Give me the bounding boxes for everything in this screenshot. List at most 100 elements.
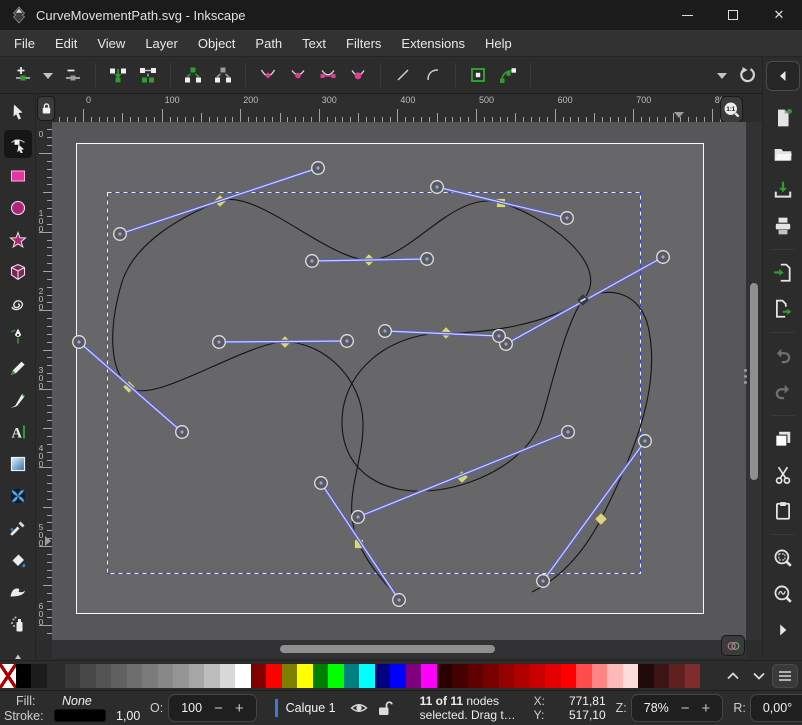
color-swatch[interactable] [344, 664, 360, 688]
control-handle[interactable] [312, 162, 325, 175]
color-swatch[interactable] [297, 664, 313, 688]
color-swatch[interactable] [65, 664, 81, 688]
node-auto-button[interactable] [343, 60, 373, 90]
control-handle[interactable] [562, 426, 575, 439]
zoom-increase-button[interactable]: + [696, 700, 717, 717]
color-swatch[interactable] [638, 664, 654, 688]
new-document-button[interactable] [770, 105, 796, 131]
color-swatch[interactable] [452, 664, 468, 688]
color-swatch[interactable] [530, 664, 546, 688]
menu-path[interactable]: Path [245, 30, 292, 57]
close-button[interactable]: ✕ [756, 0, 802, 30]
insert-node-button[interactable] [8, 60, 38, 90]
control-handle[interactable] [176, 426, 189, 439]
export-document-button[interactable] [770, 296, 796, 322]
join-nodes-button[interactable] [103, 60, 133, 90]
undo-button[interactable] [770, 343, 796, 369]
rotation-spinbox[interactable]: 0,00° − + [750, 694, 802, 722]
box3d-tool-button[interactable] [4, 258, 32, 286]
redo-button[interactable] [770, 379, 796, 405]
ellipse-tool-button[interactable] [4, 194, 32, 222]
star-tool-button[interactable] [4, 226, 32, 254]
selector-tool-button[interactable] [4, 98, 32, 126]
canvas[interactable] [52, 122, 746, 640]
stroke-to-path-button[interactable] [493, 60, 523, 90]
control-handle[interactable] [431, 181, 444, 194]
palette-scroll-down-button[interactable] [746, 663, 772, 689]
color-swatch[interactable] [235, 664, 251, 688]
color-swatch[interactable] [158, 664, 174, 688]
paint-bucket-tool-button[interactable] [4, 546, 32, 574]
object-to-path-button[interactable] [463, 60, 493, 90]
color-swatch[interactable] [623, 664, 639, 688]
color-swatch[interactable] [545, 664, 561, 688]
horizontal-scrollbar-thumb[interactable] [280, 645, 495, 653]
color-swatch[interactable] [220, 664, 236, 688]
color-management-toggle[interactable] [721, 635, 745, 656]
color-swatch[interactable] [468, 664, 484, 688]
node-smooth-button[interactable] [283, 60, 313, 90]
menu-file[interactable]: File [4, 30, 45, 57]
maximize-button[interactable] [710, 0, 756, 30]
delete-segment-button[interactable] [208, 60, 238, 90]
layer-name[interactable]: Calque 1 [286, 701, 336, 715]
node-tool-button[interactable] [4, 130, 32, 158]
control-handle[interactable] [73, 336, 86, 349]
color-swatch[interactable] [142, 664, 158, 688]
color-swatch[interactable] [390, 664, 406, 688]
menu-filters[interactable]: Filters [336, 30, 391, 57]
vertical-scrollbar-thumb[interactable] [750, 283, 758, 480]
color-swatch[interactable] [514, 664, 530, 688]
cut-button[interactable] [770, 462, 796, 488]
color-swatch[interactable] [111, 664, 127, 688]
delete-node-button[interactable] [58, 60, 88, 90]
zoom-1to1-button[interactable]: 1:1 [720, 96, 743, 123]
mesh-tool-button[interactable] [4, 482, 32, 510]
color-swatch[interactable] [251, 664, 267, 688]
control-handle[interactable] [114, 228, 127, 241]
node-handle-line[interactable] [312, 259, 427, 261]
color-swatch[interactable] [499, 664, 515, 688]
segment-curve-button[interactable] [418, 60, 448, 90]
duplicate-button[interactable] [770, 426, 796, 452]
color-swatch[interactable] [359, 664, 375, 688]
insert-node-options-button[interactable] [38, 60, 58, 90]
color-swatch[interactable] [80, 664, 96, 688]
opacity-increase-button[interactable]: + [229, 700, 250, 717]
zoom-drawing-button[interactable] [770, 581, 796, 607]
control-handle[interactable] [493, 330, 506, 343]
color-swatch[interactable] [607, 664, 623, 688]
gradient-tool-button[interactable] [4, 450, 32, 478]
control-handle[interactable] [421, 253, 434, 266]
pencil-tool-button[interactable] [4, 354, 32, 382]
vertical-scrollbar[interactable] [746, 122, 762, 640]
control-handle[interactable] [537, 575, 550, 588]
tweak-tool-button[interactable] [4, 578, 32, 606]
collapse-snap-bar-button[interactable] [766, 61, 800, 91]
color-swatch[interactable] [654, 664, 670, 688]
stroke-color-swatch[interactable] [54, 709, 106, 722]
color-swatch[interactable] [282, 664, 298, 688]
menu-view[interactable]: View [87, 30, 135, 57]
opacity-spinbox[interactable]: 100 − + [168, 694, 256, 722]
color-swatch[interactable] [592, 664, 608, 688]
join-nodes-with-segment-button[interactable] [133, 60, 163, 90]
horizontal-scrollbar[interactable] [52, 640, 746, 658]
control-handle[interactable] [561, 212, 574, 225]
layer-lock-icon[interactable] [372, 695, 398, 721]
color-swatch[interactable] [437, 664, 453, 688]
color-swatch[interactable] [127, 664, 143, 688]
calligraphy-tool-button[interactable] [4, 386, 32, 414]
control-handle[interactable] [639, 435, 652, 448]
coords-options-button[interactable] [712, 60, 732, 90]
color-swatch[interactable] [669, 664, 685, 688]
swatch-none[interactable] [0, 664, 16, 688]
control-handle[interactable] [657, 251, 670, 264]
menu-edit[interactable]: Edit [45, 30, 87, 57]
zoom-decrease-button[interactable]: − [675, 700, 696, 717]
snap-toggle-button[interactable] [732, 60, 762, 90]
pen-tool-button[interactable] [4, 322, 32, 350]
palette-menu-button[interactable] [772, 664, 798, 688]
color-swatch[interactable] [375, 664, 391, 688]
paste-button[interactable] [770, 498, 796, 524]
